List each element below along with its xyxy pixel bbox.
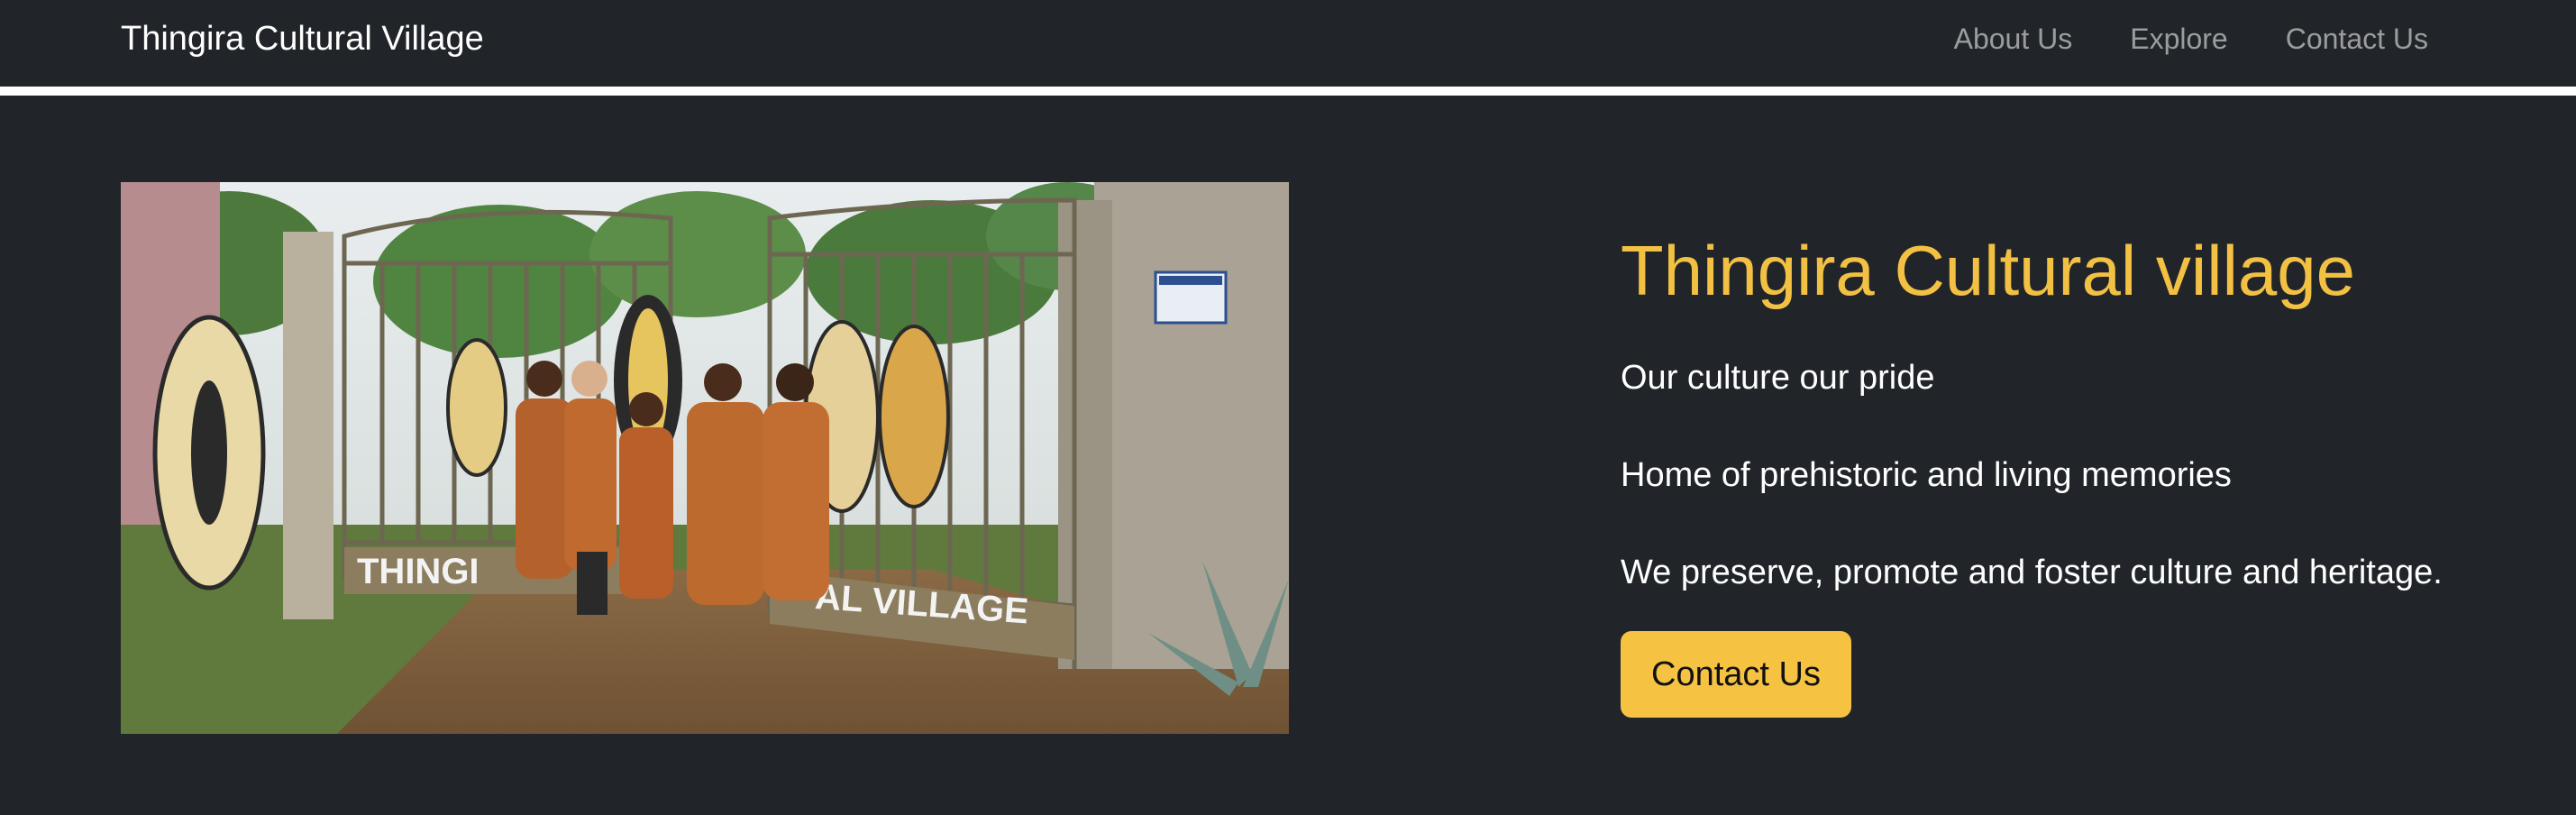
hero-tagline: Our culture our pride [1621,359,1935,397]
nav-link-explore[interactable]: Explore [2130,16,2228,61]
top-navbar: Thingira Cultural Village About Us Explo… [0,0,2576,87]
hero-mission: We preserve, promote and foster culture … [1621,554,2443,591]
hero-text: Thingira Cultural village Our culture ou… [1621,227,2486,718]
nav-link-contact-us[interactable]: Contact Us [2286,16,2428,61]
hero-title: Thingira Cultural village [1621,231,2356,310]
stone-pillar [283,232,333,619]
hero-description: Home of prehistoric and living memories [1621,456,2232,494]
nav-link-about-us[interactable]: About Us [1954,16,2073,61]
contact-us-button[interactable]: Contact Us [1621,631,1851,718]
gate-lettering-left: THINGI [357,552,480,591]
navbar-divider [0,87,2576,96]
hero-photo: THINGI AL VILLAGE [121,182,1289,734]
nav-links: About Us Explore Contact Us [1954,16,2428,61]
concrete-wall [1094,182,1289,669]
brand-link[interactable]: Thingira Cultural Village [121,16,484,61]
